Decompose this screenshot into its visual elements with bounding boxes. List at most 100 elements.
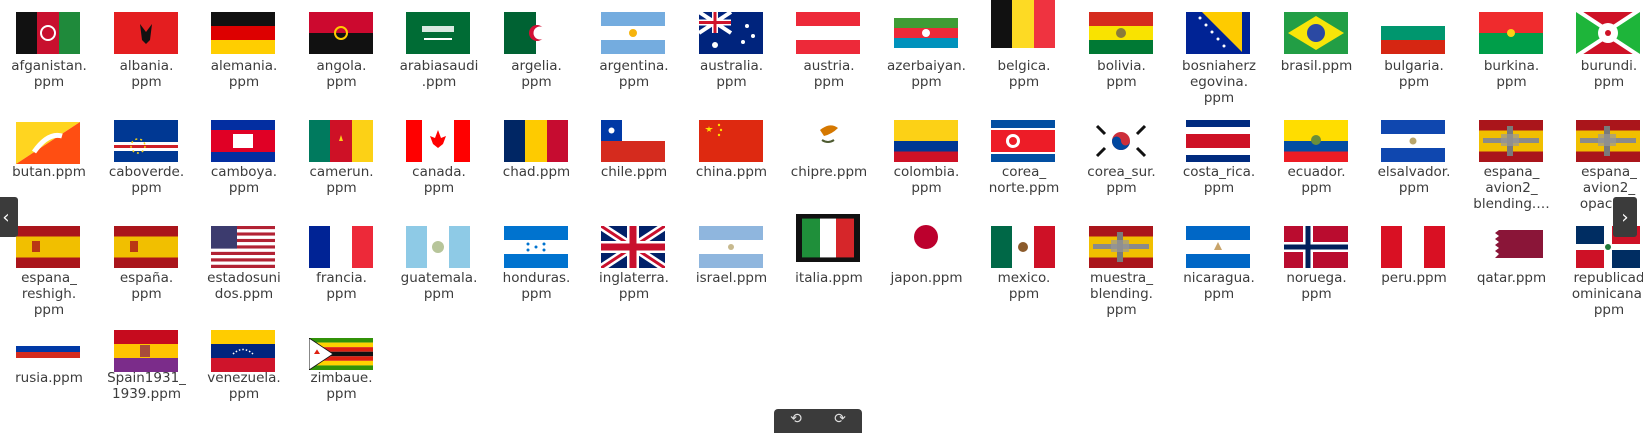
file-name-line: ominicana. <box>1571 286 1643 302</box>
file-name: espana_ reshigh. ppm <box>0 270 100 318</box>
file-name-line: ppm <box>521 74 552 90</box>
flag-cape-verde-icon <box>113 120 178 162</box>
file-name-line: ppm <box>1398 180 1430 196</box>
flag-colombia-icon <box>893 120 958 162</box>
file-name-line: ppm <box>1203 90 1235 106</box>
file-name-line: ppm <box>228 74 260 90</box>
file-name-line: ppm <box>1301 286 1332 302</box>
flag-mexico-icon <box>991 226 1055 268</box>
file-name-line: .ppm <box>421 74 457 90</box>
file-name: españa. ppm <box>96 270 198 302</box>
file-name-line: mexico. <box>997 270 1051 286</box>
file-name-line: ppm <box>1593 74 1625 90</box>
file-name: ecuador. ppm <box>1266 164 1368 196</box>
file-name-line: china.ppm <box>695 164 768 180</box>
file-name: belgica. ppm <box>973 58 1075 90</box>
file-name-line: ppm <box>618 74 650 90</box>
file-name-line: butan.ppm <box>12 164 86 180</box>
file-name-line: ppm <box>1106 302 1137 318</box>
flag-chile-icon <box>601 120 665 162</box>
flag-zimbabwe-icon <box>308 338 373 370</box>
flag-spain-icon <box>113 226 178 268</box>
file-name-line: qatar.ppm <box>1476 270 1547 286</box>
flag-austria-icon <box>796 12 860 54</box>
file-name: noruega. ppm <box>1266 270 1368 302</box>
file-name-line: francia. <box>316 270 367 286</box>
file-name: angola. ppm <box>291 58 393 90</box>
file-name: zimbaue. ppm <box>291 370 393 402</box>
file-name-line: rusia.ppm <box>15 370 83 386</box>
rotate-left-icon[interactable]: ⟲ <box>790 411 802 427</box>
flag-south-korea-icon <box>1088 120 1153 162</box>
flag-russia-icon <box>16 340 80 368</box>
file-name: corea_ norte.ppm <box>973 164 1075 196</box>
file-name-line: ppm <box>1398 74 1430 90</box>
flag-honduras-icon <box>503 226 568 268</box>
file-name-line: venezuela. <box>207 370 281 386</box>
file-name: albania. ppm <box>96 58 198 90</box>
file-name: Spain1931_ 1939.ppm <box>96 370 198 402</box>
file-name-line: reshigh. <box>21 286 77 302</box>
flag-belgium-icon <box>991 0 1055 48</box>
file-name: elsalvador. ppm <box>1363 164 1465 196</box>
file-name: rusia.ppm <box>0 370 100 386</box>
file-name-line: ppm <box>131 180 162 196</box>
flag-bolivia-icon <box>1088 12 1153 54</box>
file-name: bulgaria. ppm <box>1363 58 1465 90</box>
file-name-line: espana_ <box>1581 164 1637 180</box>
flag-italy-blurred-icon <box>796 214 860 262</box>
file-name-line: angola. <box>316 58 367 74</box>
flag-el-salvador-icon <box>1381 120 1445 162</box>
file-name: honduras. ppm <box>486 270 588 302</box>
flag-venezuela-icon <box>211 330 275 372</box>
flag-spain-1931-icon <box>113 330 178 372</box>
file-name-line: ppm <box>228 180 260 196</box>
flag-germany-icon <box>211 12 275 54</box>
file-name: corea_sur. ppm <box>1071 164 1173 196</box>
file-name-line: azerbaiyan. <box>887 58 966 74</box>
flag-israel-icon <box>698 226 763 268</box>
file-name-line: corea_sur. <box>1087 164 1156 180</box>
file-name-line: chad.ppm <box>502 164 571 180</box>
file-name-line: nicaragua. <box>1183 270 1255 286</box>
file-name-line: brasil.ppm <box>1280 58 1353 74</box>
file-name-line: ecuador. <box>1287 164 1346 180</box>
file-name-line: espana_ <box>21 270 77 286</box>
flag-afghanistan-icon <box>16 12 80 54</box>
previous-button[interactable]: ‹ <box>0 197 18 237</box>
file-name-line: ppm <box>521 286 552 302</box>
flag-burundi-icon <box>1576 12 1640 54</box>
next-button[interactable]: › <box>1613 197 1637 237</box>
flag-spain-icon <box>16 226 80 268</box>
file-name-line: ppm <box>326 386 357 402</box>
flag-argentina-icon <box>601 12 665 54</box>
flag-spain-plane-icon <box>1088 226 1153 268</box>
file-name: canada. ppm <box>388 164 490 196</box>
file-name-line: dos.ppm <box>214 286 274 302</box>
file-name-line: israel.ppm <box>695 270 768 286</box>
flag-peru-icon <box>1381 226 1445 268</box>
file-name-line: burundi. <box>1580 58 1638 74</box>
file-name: estadosuni dos.ppm <box>193 270 295 302</box>
file-name-line: albania. <box>119 58 174 74</box>
file-name-line: ppm <box>1106 74 1137 90</box>
file-name: burkina. ppm <box>1461 58 1563 90</box>
file-name: caboverde. ppm <box>96 164 198 196</box>
file-name-line: ppm <box>911 74 942 90</box>
file-name-line: ppm <box>618 286 650 302</box>
file-name-line: egovina. <box>1190 74 1248 90</box>
file-name-line: ppm <box>1008 74 1040 90</box>
file-name-line: inglaterra. <box>599 270 669 286</box>
file-name: costa_rica. ppm <box>1168 164 1270 196</box>
file-name: argentina. ppm <box>583 58 685 90</box>
file-name: venezuela. ppm <box>193 370 295 402</box>
flag-usa-icon <box>211 226 275 268</box>
file-name: peru.ppm <box>1363 270 1465 286</box>
file-name: afganistan. ppm <box>0 58 100 90</box>
file-name-line: zimbaue. <box>310 370 373 386</box>
rotate-right-icon[interactable]: ⟳ <box>834 411 846 427</box>
file-name: francia. ppm <box>291 270 393 302</box>
file-name-line: ppm <box>911 180 942 196</box>
file-name-line: noruega. <box>1286 270 1347 286</box>
file-name-line: ppm <box>1301 180 1332 196</box>
